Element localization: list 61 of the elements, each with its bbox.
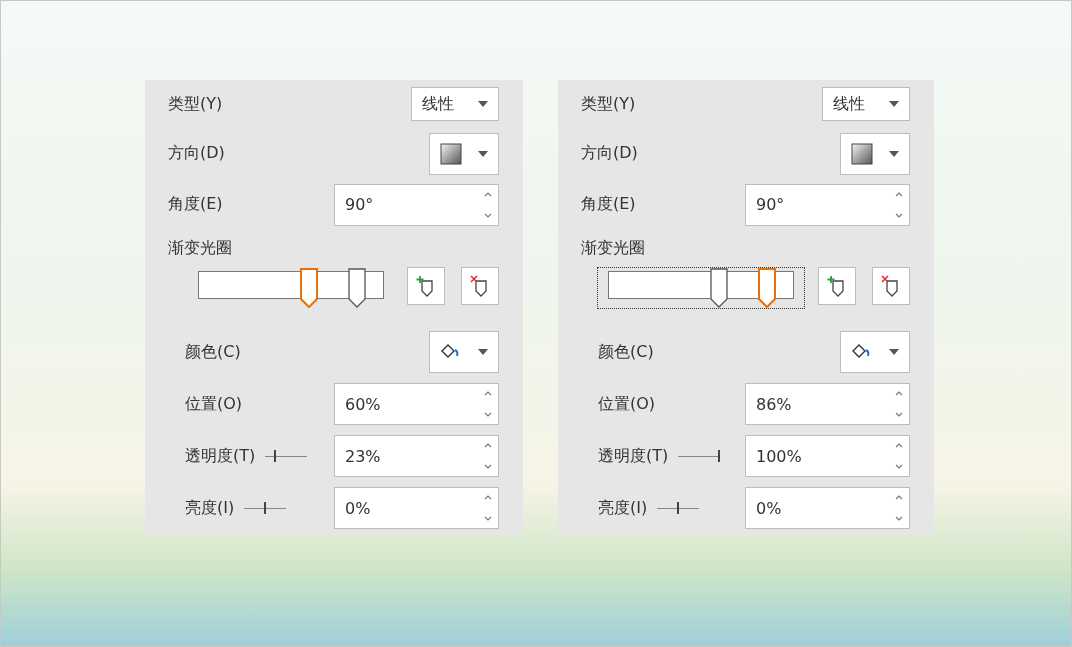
color-dropdown[interactable] (429, 331, 499, 373)
gradient-square-icon (440, 142, 462, 165)
slider-thumb[interactable] (718, 450, 721, 462)
field-label: 角度(E) (581, 194, 636, 215)
slider-thumb[interactable] (264, 502, 267, 514)
field-label: 透明度(T) (598, 445, 669, 467)
field-label: 亮度(I) (598, 497, 648, 519)
spinner-field[interactable]: 100% (745, 435, 910, 477)
up-down-arrows-icon (895, 441, 903, 471)
add-stop-icon (827, 275, 847, 297)
caret-icon (889, 101, 899, 107)
up-down-arrows-icon (484, 493, 492, 523)
remove-stop-button[interactable] (872, 267, 910, 305)
field-label: 亮度(I) (185, 497, 235, 519)
field-label: 类型(Y) (581, 93, 636, 115)
field-label: 类型(Y) (168, 93, 223, 115)
color-dropdown[interactable] (840, 331, 910, 373)
spinner-field[interactable]: 23% (334, 435, 499, 477)
caret-icon (889, 349, 899, 355)
spinner-field[interactable]: 90° (745, 183, 910, 226)
gradient-stop[interactable] (757, 268, 778, 308)
gradient-stop[interactable] (347, 268, 368, 308)
add-stop-button[interactable] (407, 267, 445, 305)
caret-icon (478, 349, 488, 355)
section-label: 渐变光圈 (581, 237, 645, 259)
field-label: 颜色(C) (185, 341, 241, 363)
spinner-field[interactable]: 0% (745, 487, 910, 529)
spinner-field[interactable]: 0% (334, 487, 499, 529)
field-label: 透明度(T) (185, 445, 256, 467)
gradient-square-icon (851, 142, 873, 165)
caret-icon (478, 101, 488, 107)
field-label: 位置(O) (185, 393, 243, 415)
slider-thumb[interactable] (677, 502, 680, 514)
field-label: 方向(D) (168, 143, 225, 164)
type-dropdown[interactable]: 线性 (411, 87, 499, 121)
direction-dropdown[interactable] (429, 132, 499, 175)
slider-thumb[interactable] (274, 450, 277, 462)
up-down-arrows-icon (484, 441, 492, 471)
field-label: 方向(D) (581, 143, 638, 164)
spinner-field[interactable]: 60% (334, 383, 499, 425)
type-dropdown[interactable]: 线性 (822, 87, 910, 121)
field-label: 位置(O) (598, 393, 656, 415)
up-down-arrows-icon (895, 493, 903, 523)
caret-icon (889, 150, 899, 157)
field-label: 角度(E) (168, 194, 223, 215)
field-label: 颜色(C) (598, 341, 654, 363)
direction-dropdown[interactable] (840, 132, 910, 175)
remove-stop-button[interactable] (461, 267, 499, 305)
remove-stop-icon (881, 275, 901, 297)
section-label: 渐变光圈 (168, 237, 232, 259)
add-stop-button[interactable] (818, 267, 856, 305)
spinner-field[interactable]: 86% (745, 383, 910, 425)
gradient-stops-bar[interactable] (597, 267, 805, 309)
caret-icon (478, 150, 488, 157)
add-stop-icon (416, 275, 436, 297)
remove-stop-icon (470, 275, 490, 297)
up-down-arrows-icon (895, 389, 903, 419)
up-down-arrows-icon (484, 389, 492, 419)
spinner-field[interactable]: 90° (334, 183, 499, 226)
gradient-stop[interactable] (299, 268, 320, 308)
gradient-stop[interactable] (709, 268, 730, 308)
